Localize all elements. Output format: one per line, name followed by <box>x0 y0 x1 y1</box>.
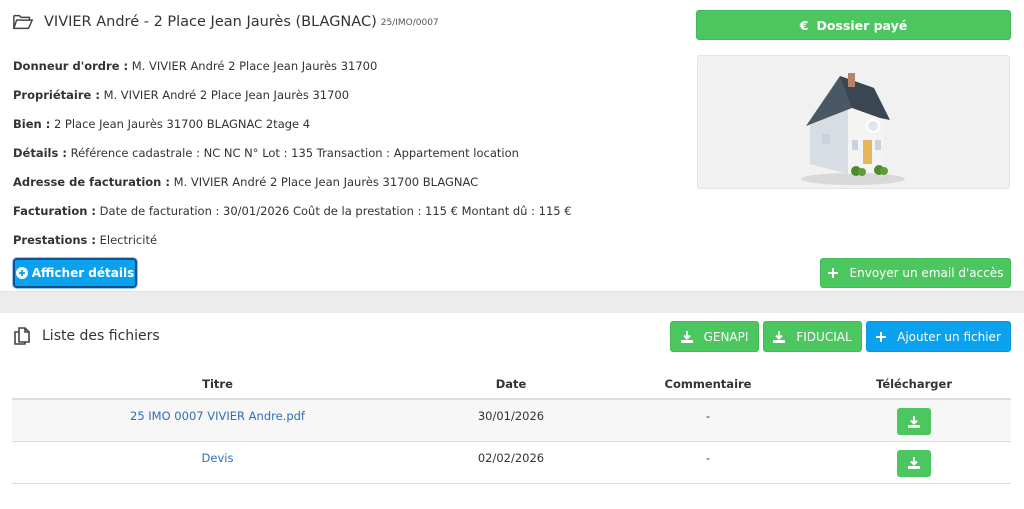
genapi-button[interactable]: GENAPI <box>670 321 759 352</box>
download-icon <box>773 330 786 343</box>
file-comment: - <box>599 441 817 484</box>
info-label: Détails : <box>13 146 67 160</box>
info-value: Référence cadastrale : NC NC N° Lot : 13… <box>66 146 519 160</box>
send-access-email-label: Envoyer un email d'accès <box>849 266 1004 280</box>
info-line-bien: Bien : 2 Place Jean Jaurès 31700 BLAGNAC… <box>13 117 310 131</box>
info-line-proprietaire: Propriétaire : M. VIVIER André 2 Place J… <box>13 88 349 102</box>
info-value: M. VIVIER André 2 Place Jean Jaurès 3170… <box>99 88 350 102</box>
info-label: Adresse de facturation : <box>13 175 170 189</box>
table-row: Devis 02/02/2026 - <box>12 441 1011 484</box>
dossier-reference: 25/IMO/0007 <box>380 18 439 28</box>
show-details-label: Afficher détails <box>31 266 135 280</box>
plus-icon <box>827 268 838 278</box>
dossier-header: VIVIER André - 2 Place Jean Jaurès (BLAG… <box>12 12 439 32</box>
download-icon <box>908 457 920 469</box>
fiducial-button[interactable]: FIDUCIAL <box>763 321 862 352</box>
download-button[interactable] <box>897 408 931 435</box>
column-comment: Commentaire <box>599 369 817 400</box>
file-link[interactable]: Devis <box>202 451 234 465</box>
info-label: Propriétaire : <box>13 88 100 102</box>
info-value: Electricité <box>95 233 158 247</box>
download-button[interactable] <box>897 449 931 477</box>
info-value: Date de facturation : 30/01/2026 Coût de… <box>96 204 572 218</box>
plus-circle-icon <box>15 267 28 279</box>
table-header-row: Titre Date Commentaire Télécharger <box>12 369 1011 400</box>
info-label: Donneur d'ordre : <box>13 59 129 73</box>
column-title: Titre <box>12 369 423 400</box>
download-icon <box>680 330 693 343</box>
folder-open-icon <box>13 14 34 30</box>
euro-icon: € <box>799 17 809 33</box>
plus-icon <box>876 331 887 342</box>
dossier-paid-button[interactable]: € Dossier payé <box>696 10 1011 40</box>
info-line-facturation: Facturation : Date de facturation : 30/0… <box>13 204 572 218</box>
column-download: Télécharger <box>817 369 1011 400</box>
info-line-details: Détails : Référence cadastrale : NC NC N… <box>13 146 519 160</box>
genapi-label: GENAPI <box>703 329 749 344</box>
add-file-button[interactable]: Ajouter un fichier <box>866 321 1011 352</box>
file-comment: - <box>599 399 817 442</box>
download-icon <box>908 415 920 428</box>
house-image <box>697 55 1010 189</box>
fiducial-label: FIDUCIAL <box>796 329 852 344</box>
send-access-email-button[interactable]: Envoyer un email d'accès <box>820 258 1011 288</box>
info-line-donneur: Donneur d'ordre : M. VIVIER André 2 Plac… <box>13 59 377 73</box>
file-date: 02/02/2026 <box>423 441 599 484</box>
info-line-prestations: Prestations : Electricité <box>13 233 157 247</box>
add-file-label: Ajouter un fichier <box>897 329 1001 344</box>
file-date: 30/01/2026 <box>423 399 599 442</box>
dossier-panel: VIVIER André - 2 Place Jean Jaurès (BLAG… <box>0 0 1024 292</box>
file-title-cell: 25 IMO 0007 VIVIER Andre.pdf <box>12 399 423 442</box>
files-header: Liste des fichiers <box>12 326 160 346</box>
info-label: Prestations : <box>13 233 96 247</box>
info-label: Bien : <box>13 117 51 131</box>
info-value: M. VIVIER André 2 Place Jean Jaurès 3170… <box>169 175 479 189</box>
files-panel: Liste des fichiers GENAPI FIDUCIAL Ajout… <box>0 313 1024 509</box>
files-table: Titre Date Commentaire Télécharger 25 IM… <box>12 369 1011 484</box>
table-row: 25 IMO 0007 VIVIER Andre.pdf 30/01/2026 … <box>12 399 1011 442</box>
file-link[interactable]: 25 IMO 0007 VIVIER Andre.pdf <box>130 409 305 423</box>
column-date: Date <box>423 369 599 400</box>
dossier-paid-label: Dossier payé <box>816 17 908 33</box>
file-title-cell: Devis <box>12 441 423 484</box>
file-download-cell <box>817 399 1011 442</box>
info-value: M. VIVIER André 2 Place Jean Jaurès 3170… <box>128 59 378 73</box>
info-line-adresse-facturation: Adresse de facturation : M. VIVIER André… <box>13 175 478 189</box>
files-title: Liste des fichiers <box>42 328 160 344</box>
file-download-cell <box>817 441 1011 484</box>
files-icon <box>14 327 30 345</box>
info-value: 2 Place Jean Jaurès 31700 BLAGNAC 2tage … <box>50 117 311 131</box>
show-details-button[interactable]: Afficher détails <box>13 258 137 288</box>
info-label: Facturation : <box>13 204 97 218</box>
dossier-title: VIVIER André - 2 Place Jean Jaurès (BLAG… <box>44 14 377 30</box>
